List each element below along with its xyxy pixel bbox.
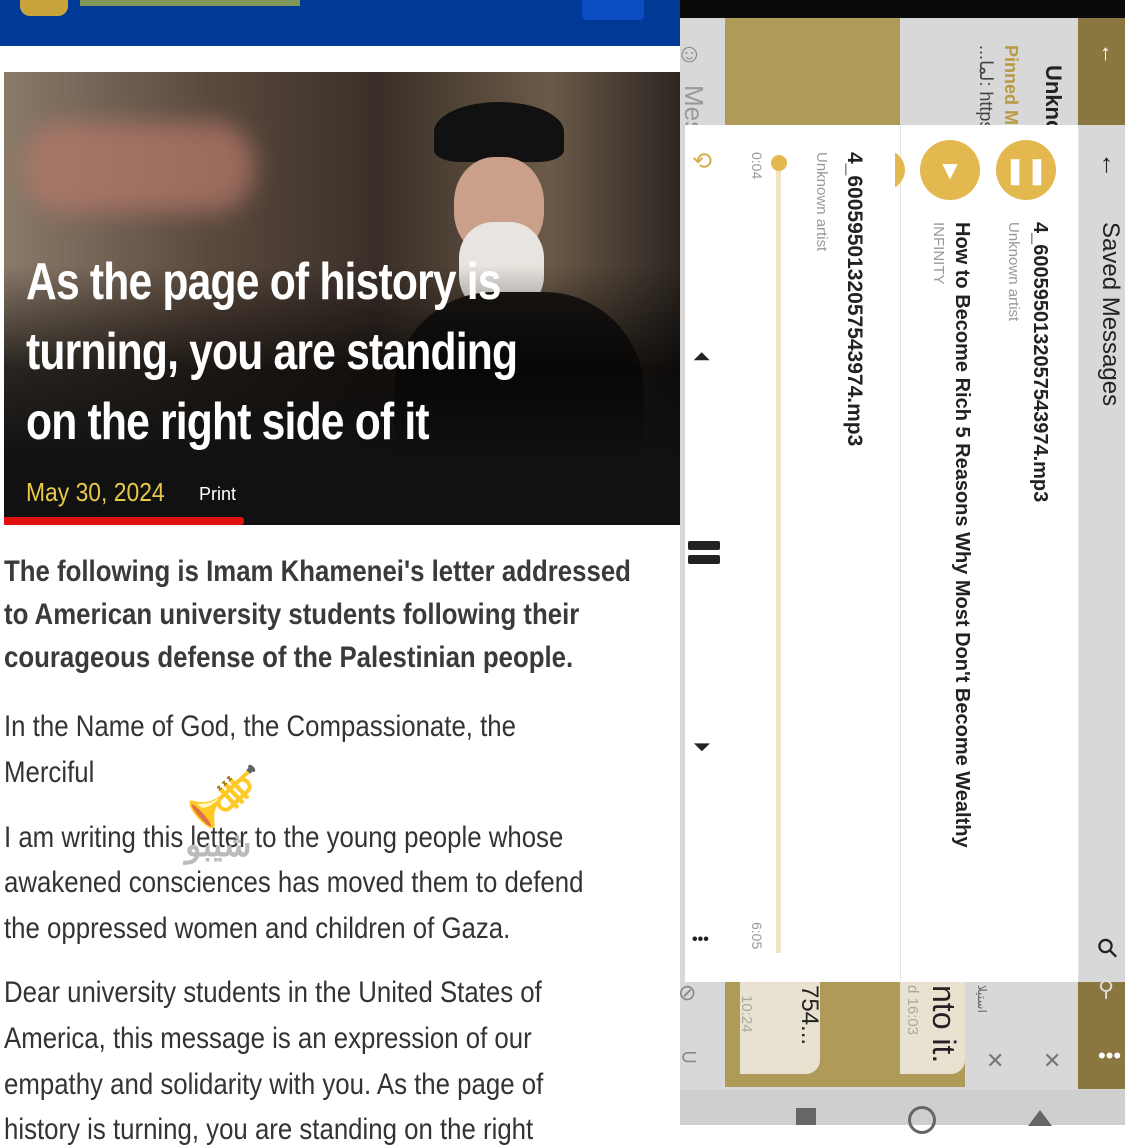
paragraph-line: the oppressed women and children of Gaza… — [4, 912, 511, 945]
chat-header — [1078, 18, 1125, 125]
elapsed-time: 0:04 — [749, 152, 765, 180]
seek-bar[interactable] — [776, 163, 781, 953]
message-text: 754... — [796, 985, 823, 1046]
pause-icon[interactable] — [688, 541, 720, 550]
article-date: May 30, 2024 — [26, 477, 165, 507]
divider — [1078, 125, 1079, 982]
paragraph-line: history is turning, you are standing on … — [4, 1113, 534, 1146]
back-arrow-icon[interactable]: ↑ — [1100, 150, 1113, 176]
lead-line: courageous defense of the Palestinian pe… — [4, 641, 574, 674]
recents-button[interactable] — [796, 1108, 816, 1125]
home-button[interactable] — [908, 1106, 936, 1134]
now-playing-artist: Unknown artist — [813, 152, 830, 252]
headline-line: on the right side of it — [26, 393, 430, 451]
reading-progress-bar — [4, 517, 244, 525]
playlist-item-title[interactable]: 4_6005950132057543974.mp3 — [1028, 222, 1051, 502]
playlist-item-artist: Unknown artist — [1005, 222, 1022, 322]
playlist-item-title[interactable]: How to Become Rich 5 Reasons Why Most Do… — [950, 222, 973, 848]
headline-line: turning, you are standing — [26, 323, 518, 381]
back-button[interactable] — [1028, 1110, 1052, 1126]
hero-image: As the page of history is turning, you a… — [4, 72, 685, 525]
paragraph-line: awakened consciences has moved them to d… — [4, 866, 584, 899]
site-logo-text — [80, 0, 300, 6]
pause-button[interactable]: ❚❚ — [996, 140, 1056, 200]
previous-icon[interactable]: ⏶ — [693, 346, 711, 368]
back-arrow-icon[interactable]: ↑ — [1100, 42, 1111, 64]
paragraph-line: America, this message is an expression o… — [4, 1022, 532, 1055]
search-icon[interactable]: ⚲ — [1098, 978, 1114, 1000]
chat-preview: استیلا — [975, 985, 989, 1013]
mic-icon[interactable]: ⊂ — [680, 1046, 698, 1068]
message-time: d 16:03 — [904, 985, 921, 1036]
play-button[interactable]: ▼ — [920, 140, 980, 200]
lead-line: The following is Imam Khamenei's letter … — [4, 555, 631, 588]
chat-header-title: Unkno — [1041, 65, 1066, 134]
more-icon[interactable]: ••• — [1098, 1045, 1121, 1067]
message-text: nto it. — [926, 985, 962, 1064]
paragraph-line: empathy and solidarity with you. As the … — [4, 1068, 544, 1101]
playlist-item-artist: INFINITY — [930, 222, 947, 285]
pinned-label[interactable]: Pinned M — [1000, 45, 1021, 125]
site-logo[interactable] — [20, 0, 68, 16]
menu-button[interactable] — [582, 0, 644, 20]
paragraph-line: Dear university students in the United S… — [4, 976, 542, 1009]
paragraph-line: In the Name of God, the Compassionate, t… — [4, 710, 516, 743]
status-bar — [680, 0, 1125, 18]
now-playing-title: 4_6005950132057543974.mp3 — [843, 152, 866, 447]
player-title: Saved Messages — [1097, 222, 1124, 407]
next-icon[interactable]: ⏷ — [693, 736, 711, 758]
close-icon[interactable]: ✕ — [1043, 1050, 1061, 1072]
paragraph-line: Merciful — [4, 756, 95, 789]
pinned-text[interactable]: ...لما: https — [975, 45, 997, 130]
system-nav-bar — [680, 1090, 1125, 1125]
more-options-icon[interactable]: ••• — [692, 932, 709, 948]
print-link[interactable]: Print — [199, 484, 236, 505]
duration-time: 6:05 — [749, 922, 765, 950]
chat-wallpaper — [725, 18, 900, 125]
lead-line: to American university students followin… — [4, 598, 580, 631]
seek-thumb[interactable] — [771, 155, 787, 171]
attach-icon[interactable]: ⊘ — [678, 982, 696, 1004]
close-icon[interactable]: ✕ — [986, 1050, 1004, 1072]
repeat-icon[interactable]: ⟲ — [692, 150, 712, 174]
message-time: 10:24 — [738, 995, 755, 1033]
watermark-logo: 🎺 شیبو — [185, 763, 260, 864]
divider — [900, 125, 901, 982]
pause-icon[interactable] — [688, 555, 720, 564]
emoji-icon[interactable]: ☺ — [676, 40, 703, 66]
headline-line: As the page of history is — [26, 253, 502, 311]
